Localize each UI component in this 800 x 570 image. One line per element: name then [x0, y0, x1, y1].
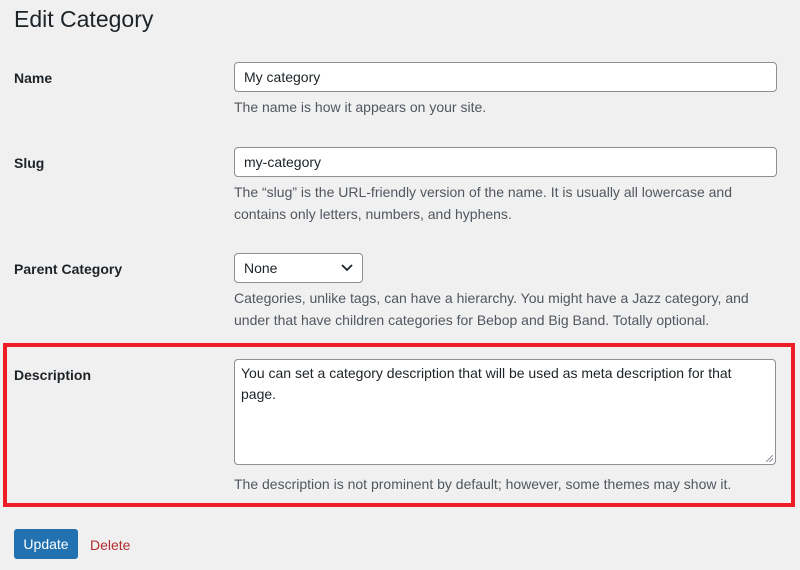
page-title: Edit Category	[14, 6, 154, 32]
description-help: The description is not prominent by defa…	[234, 476, 732, 492]
chevron-down-icon	[341, 264, 353, 272]
name-help: The name is how it appears on your site.	[234, 99, 487, 115]
update-button[interactable]: Update	[14, 529, 78, 559]
delete-link[interactable]: Delete	[90, 537, 130, 553]
description-textarea[interactable]: You can set a category description that …	[234, 359, 776, 465]
slug-help: The “slug” is the URL-friendly version o…	[234, 184, 732, 222]
parent-category-value: None	[244, 260, 278, 276]
name-input[interactable]: My category	[234, 62, 777, 92]
description-label: Description	[14, 367, 92, 383]
parent-category-label: Parent Category	[14, 261, 123, 277]
name-label: Name	[14, 70, 53, 86]
slug-input[interactable]: my-category	[234, 147, 777, 177]
description-text: You can set a category description that …	[241, 365, 732, 402]
parent-category-help: Categories, unlike tags, can have a hier…	[234, 290, 749, 328]
resize-handle-icon[interactable]	[766, 455, 773, 462]
parent-category-select[interactable]: None	[234, 253, 363, 283]
slug-label: Slug	[14, 155, 45, 171]
